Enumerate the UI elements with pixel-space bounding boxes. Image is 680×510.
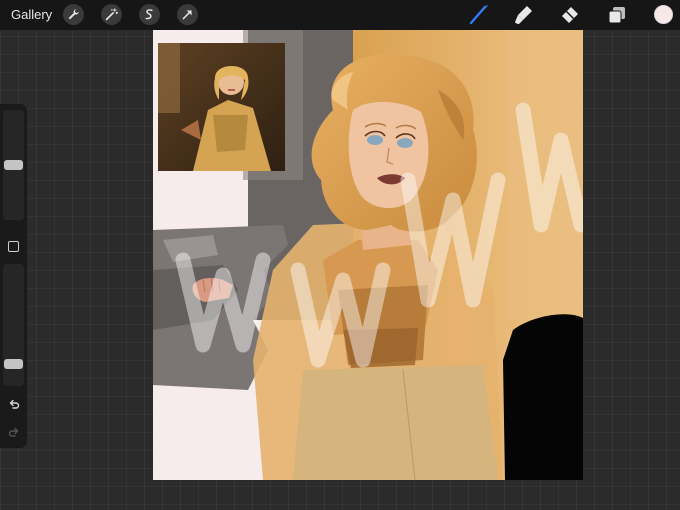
brush-size-thumb[interactable] bbox=[4, 160, 23, 170]
undo-icon bbox=[9, 399, 20, 409]
selection-button[interactable] bbox=[139, 4, 160, 25]
smudge-icon bbox=[515, 6, 532, 24]
eraser-icon bbox=[562, 7, 578, 23]
left-sidebar bbox=[0, 104, 27, 448]
redo-button[interactable] bbox=[6, 424, 22, 440]
modify-button[interactable] bbox=[8, 241, 19, 252]
color-picker-button[interactable] bbox=[654, 5, 673, 24]
actions-button[interactable] bbox=[63, 4, 84, 25]
redo-icon bbox=[8, 427, 19, 437]
opacity-thumb[interactable] bbox=[4, 359, 23, 369]
gallery-button[interactable]: Gallery bbox=[11, 7, 52, 22]
wrench-icon bbox=[68, 9, 79, 20]
selection-icon bbox=[145, 9, 153, 20]
undo-button[interactable] bbox=[6, 396, 22, 412]
transform-button[interactable] bbox=[177, 4, 198, 25]
adjustments-button[interactable] bbox=[101, 4, 122, 25]
eraser-tool[interactable] bbox=[559, 4, 581, 26]
drawing-canvas[interactable] bbox=[153, 30, 583, 480]
brush-icon bbox=[469, 5, 488, 25]
top-toolbar: Gallery bbox=[0, 0, 680, 30]
opacity-slider[interactable] bbox=[3, 264, 24, 386]
layers-icon bbox=[608, 7, 625, 24]
smudge-tool[interactable] bbox=[513, 4, 535, 26]
brush-size-slider[interactable] bbox=[3, 110, 24, 220]
transform-arrow-icon bbox=[182, 10, 192, 20]
brush-tool[interactable] bbox=[468, 4, 490, 26]
layers-button[interactable] bbox=[606, 4, 628, 26]
artwork-illustration bbox=[153, 30, 583, 480]
magic-wand-icon bbox=[105, 8, 118, 21]
